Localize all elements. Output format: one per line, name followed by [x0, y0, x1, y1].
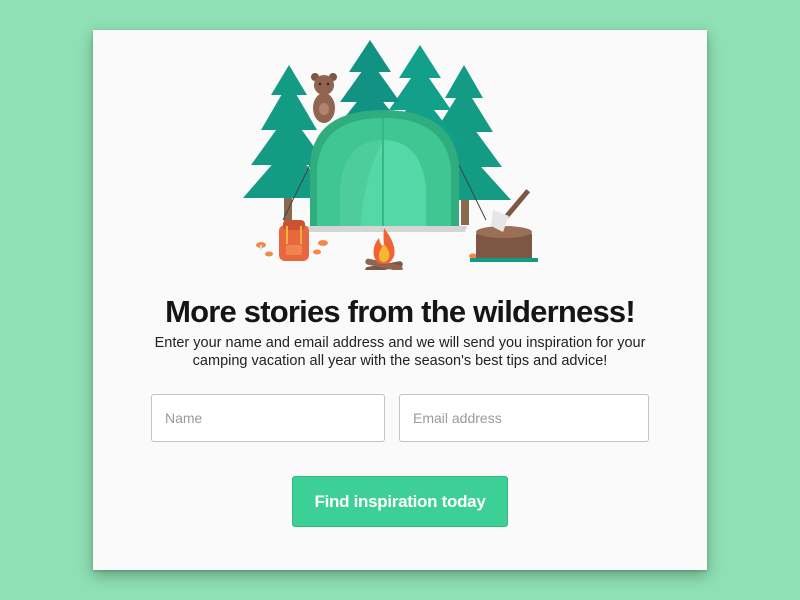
name-input[interactable] — [151, 394, 385, 442]
signup-card: More stories from the wilderness! Enter … — [93, 30, 707, 570]
backpack-icon — [279, 220, 309, 261]
camping-illustration — [243, 40, 538, 270]
campfire-icon — [365, 228, 403, 270]
signup-description: Enter your name and email address and we… — [154, 335, 646, 369]
tree-stump-icon — [470, 226, 538, 262]
find-inspiration-button[interactable]: Find inspiration today — [292, 476, 508, 527]
email-input[interactable] — [399, 394, 649, 442]
page-title: More stories from the wilderness! — [165, 294, 636, 329]
bear-icon — [311, 73, 337, 123]
